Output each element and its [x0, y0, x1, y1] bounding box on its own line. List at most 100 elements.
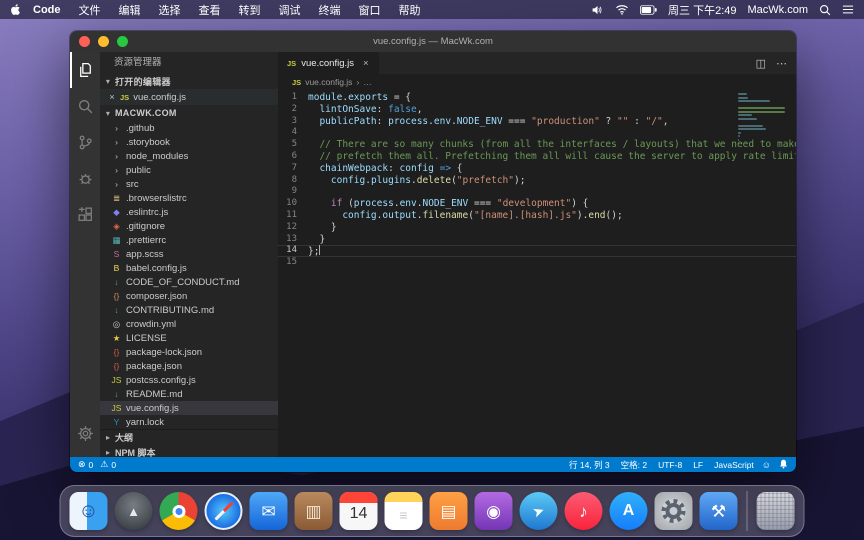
dock-item-podcasts[interactable]: ◉ — [475, 492, 513, 530]
file-item[interactable]: ›public — [100, 163, 278, 177]
volume-icon[interactable] — [591, 4, 604, 16]
code-line[interactable]: 8 config.plugins.delete("prefetch"); — [278, 175, 796, 187]
menu-brand[interactable]: MacWk.com — [748, 4, 809, 16]
code-line[interactable]: 14}; — [278, 245, 796, 257]
extensions-icon[interactable] — [70, 196, 100, 232]
menu-item-6[interactable]: 终端 — [310, 5, 350, 17]
file-item[interactable]: {}package.json — [100, 359, 278, 373]
problems-status[interactable]: ⊗0 ⚠0 — [78, 459, 116, 470]
apple-menu-icon[interactable] — [10, 3, 22, 16]
file-item[interactable]: ◎crowdin.yml — [100, 317, 278, 331]
file-item[interactable]: {}composer.json — [100, 289, 278, 303]
dock-item-calendar[interactable]: 14 — [340, 492, 378, 530]
window-title-bar[interactable]: vue.config.js — MacWk.com — [70, 31, 796, 52]
notification-center-icon[interactable] — [842, 4, 854, 15]
battery-icon[interactable] — [640, 5, 657, 15]
file-item[interactable]: ★LICENSE — [100, 331, 278, 345]
spotlight-icon[interactable] — [819, 4, 831, 16]
source-control-icon[interactable] — [70, 124, 100, 160]
menu-app-name[interactable]: Code — [24, 4, 70, 16]
code-line[interactable]: 3 publicPath: process.env.NODE_ENV === "… — [278, 116, 796, 128]
sidebar-section-0[interactable]: ▸大纲 — [100, 430, 278, 445]
code-line[interactable]: 10 if (process.env.NODE_ENV === "develop… — [278, 198, 796, 210]
menu-item-3[interactable]: 查看 — [190, 5, 230, 17]
file-item[interactable]: ≣.browserslistrc — [100, 191, 278, 205]
file-item[interactable]: JSpostcss.config.js — [100, 373, 278, 387]
status-item-3[interactable]: LF — [693, 460, 703, 470]
more-actions-icon[interactable]: ⋯ — [776, 57, 787, 70]
code-line[interactable]: 6 // prefetch them all. Prefetching them… — [278, 151, 796, 163]
sidebar-section-1[interactable]: ▸NPM 脚本 — [100, 445, 278, 457]
feedback-smiley-icon[interactable]: ☺ — [762, 460, 771, 470]
wifi-icon[interactable] — [615, 4, 629, 15]
code-line[interactable]: 11 config.output.filename("[name].[hash]… — [278, 210, 796, 222]
search-icon[interactable] — [70, 88, 100, 124]
dock-item-messages[interactable]: ➤ — [520, 492, 558, 530]
menu-item-5[interactable]: 调试 — [270, 5, 310, 17]
code-line[interactable]: 12 } — [278, 222, 796, 234]
file-item[interactable]: Yyarn.lock — [100, 415, 278, 429]
status-item-2[interactable]: UTF-8 — [658, 460, 682, 470]
minimize-window-button[interactable] — [98, 36, 109, 47]
code-line[interactable]: 7 chainWebpack: config => { — [278, 163, 796, 175]
explorer-icon[interactable] — [70, 52, 100, 88]
dock-item-xcode[interactable]: ⚒ — [700, 492, 738, 530]
menu-item-2[interactable]: 选择 — [150, 5, 190, 17]
tab-vue-config[interactable]: JS vue.config.js × — [278, 52, 379, 74]
dock-item-safari[interactable] — [205, 492, 243, 530]
dock-item-launchpad[interactable]: ▲ — [115, 492, 153, 530]
open-editor-item[interactable]: × JS vue.config.js — [100, 89, 278, 105]
zoom-window-button[interactable] — [117, 36, 128, 47]
file-item[interactable]: Bbabel.config.js — [100, 261, 278, 275]
open-editors-header[interactable]: ▾ 打开的编辑器 — [100, 73, 278, 89]
file-item[interactable]: {}package-lock.json — [100, 345, 278, 359]
code-line[interactable]: 1module.exports = { — [278, 92, 796, 104]
tab-close-icon[interactable]: × — [363, 58, 369, 69]
dock-item-trash[interactable] — [757, 492, 795, 530]
file-item[interactable]: ↓CONTRIBUTING.md — [100, 303, 278, 317]
dock-item-notes[interactable]: ≡ — [385, 492, 423, 530]
code-line[interactable]: 5 // There are so many chunks (from all … — [278, 139, 796, 151]
code-line[interactable]: 13 } — [278, 234, 796, 246]
menu-clock[interactable]: 周三 下午2:49 — [668, 2, 736, 18]
breadcrumb[interactable]: JS vue.config.js › … — [278, 74, 796, 90]
notifications-bell-icon[interactable] — [779, 459, 788, 471]
code-editor[interactable]: 1module.exports = {2 lintOnSave: false,3… — [278, 90, 796, 457]
folder-root-header[interactable]: ▾ MACWK.COM — [100, 105, 278, 121]
status-item-0[interactable]: 行 14, 列 3 — [569, 459, 610, 471]
file-item[interactable]: ◆.eslintrc.js — [100, 205, 278, 219]
file-item[interactable]: ◈.gitignore — [100, 219, 278, 233]
settings-gear-icon[interactable] — [70, 415, 100, 451]
menu-item-1[interactable]: 编辑 — [110, 5, 150, 17]
status-item-1[interactable]: 空格: 2 — [621, 459, 647, 471]
menu-item-8[interactable]: 帮助 — [390, 5, 430, 17]
dock-item-chrome[interactable] — [160, 492, 198, 530]
file-item[interactable]: ▦.prettierrc — [100, 233, 278, 247]
dock-item-mail[interactable]: ✉ — [250, 492, 288, 530]
dock-item-finder[interactable]: ☺ — [70, 492, 108, 530]
code-line[interactable]: 9 — [278, 186, 796, 198]
breadcrumb-file[interactable]: vue.config.js — [305, 77, 352, 87]
file-item[interactable]: ›node_modules — [100, 149, 278, 163]
dock-item-app-store[interactable]: A — [610, 492, 648, 530]
dock-item-contacts[interactable]: ▥ — [295, 492, 333, 530]
file-item[interactable]: Sapp.scss — [100, 247, 278, 261]
file-item[interactable]: ›.storybook — [100, 135, 278, 149]
split-editor-icon[interactable]: ◫ — [756, 57, 766, 70]
code-line[interactable]: 2 lintOnSave: false, — [278, 104, 796, 116]
debug-icon[interactable] — [70, 160, 100, 196]
close-window-button[interactable] — [79, 36, 90, 47]
close-editor-icon[interactable]: × — [108, 92, 116, 103]
menu-item-0[interactable]: 文件 — [70, 5, 110, 17]
menu-item-7[interactable]: 窗口 — [350, 5, 390, 17]
dock-item-music[interactable]: ♪ — [565, 492, 603, 530]
file-item[interactable]: JSvue.config.js — [100, 401, 278, 415]
dock-item-settings[interactable] — [655, 492, 693, 530]
dock-item-books[interactable]: ▤ — [430, 492, 468, 530]
file-item[interactable]: ›src — [100, 177, 278, 191]
file-item[interactable]: ↓README.md — [100, 387, 278, 401]
status-item-4[interactable]: JavaScript — [714, 460, 754, 470]
code-line[interactable]: 15 — [278, 257, 796, 269]
file-item[interactable]: ↓CODE_OF_CONDUCT.md — [100, 275, 278, 289]
file-item[interactable]: ›.github — [100, 121, 278, 135]
